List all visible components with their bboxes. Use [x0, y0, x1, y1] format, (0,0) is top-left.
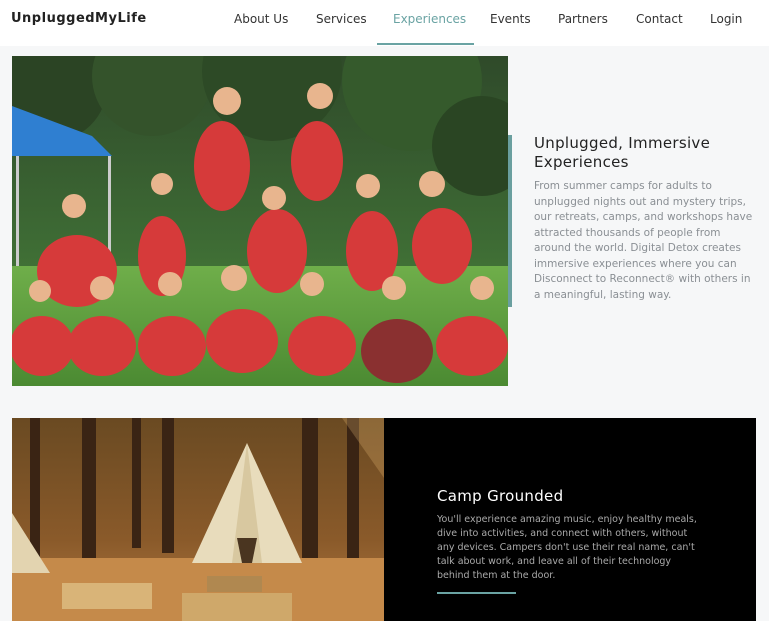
main-nav: About Us Services Experiences Events Par…: [0, 0, 769, 46]
campers-photo: [12, 56, 508, 386]
section-body-immersive: From summer camps for adults to unplugge…: [534, 180, 753, 301]
site-header: UnpluggedMyLife About Us Services Experi…: [0, 0, 769, 46]
section-title-immersive: Unplugged, Immersive Experiences: [534, 134, 711, 171]
nav-services[interactable]: Services: [316, 12, 367, 26]
nav-about-us[interactable]: About Us: [234, 12, 288, 26]
section-divider: [437, 592, 516, 594]
camp-teepee-photo: [12, 418, 384, 621]
nav-contact[interactable]: Contact: [636, 12, 683, 26]
nav-login[interactable]: Login: [710, 12, 742, 26]
section-body-camp-grounded: You'll experience amazing music, enjoy h…: [437, 514, 697, 581]
nav-experiences[interactable]: Experiences: [393, 12, 466, 26]
accent-bar: [508, 135, 512, 307]
nav-active-indicator: [377, 43, 474, 45]
section-title-camp-grounded: Camp Grounded: [437, 487, 564, 505]
nav-events[interactable]: Events: [490, 12, 531, 26]
nav-partners[interactable]: Partners: [558, 12, 608, 26]
